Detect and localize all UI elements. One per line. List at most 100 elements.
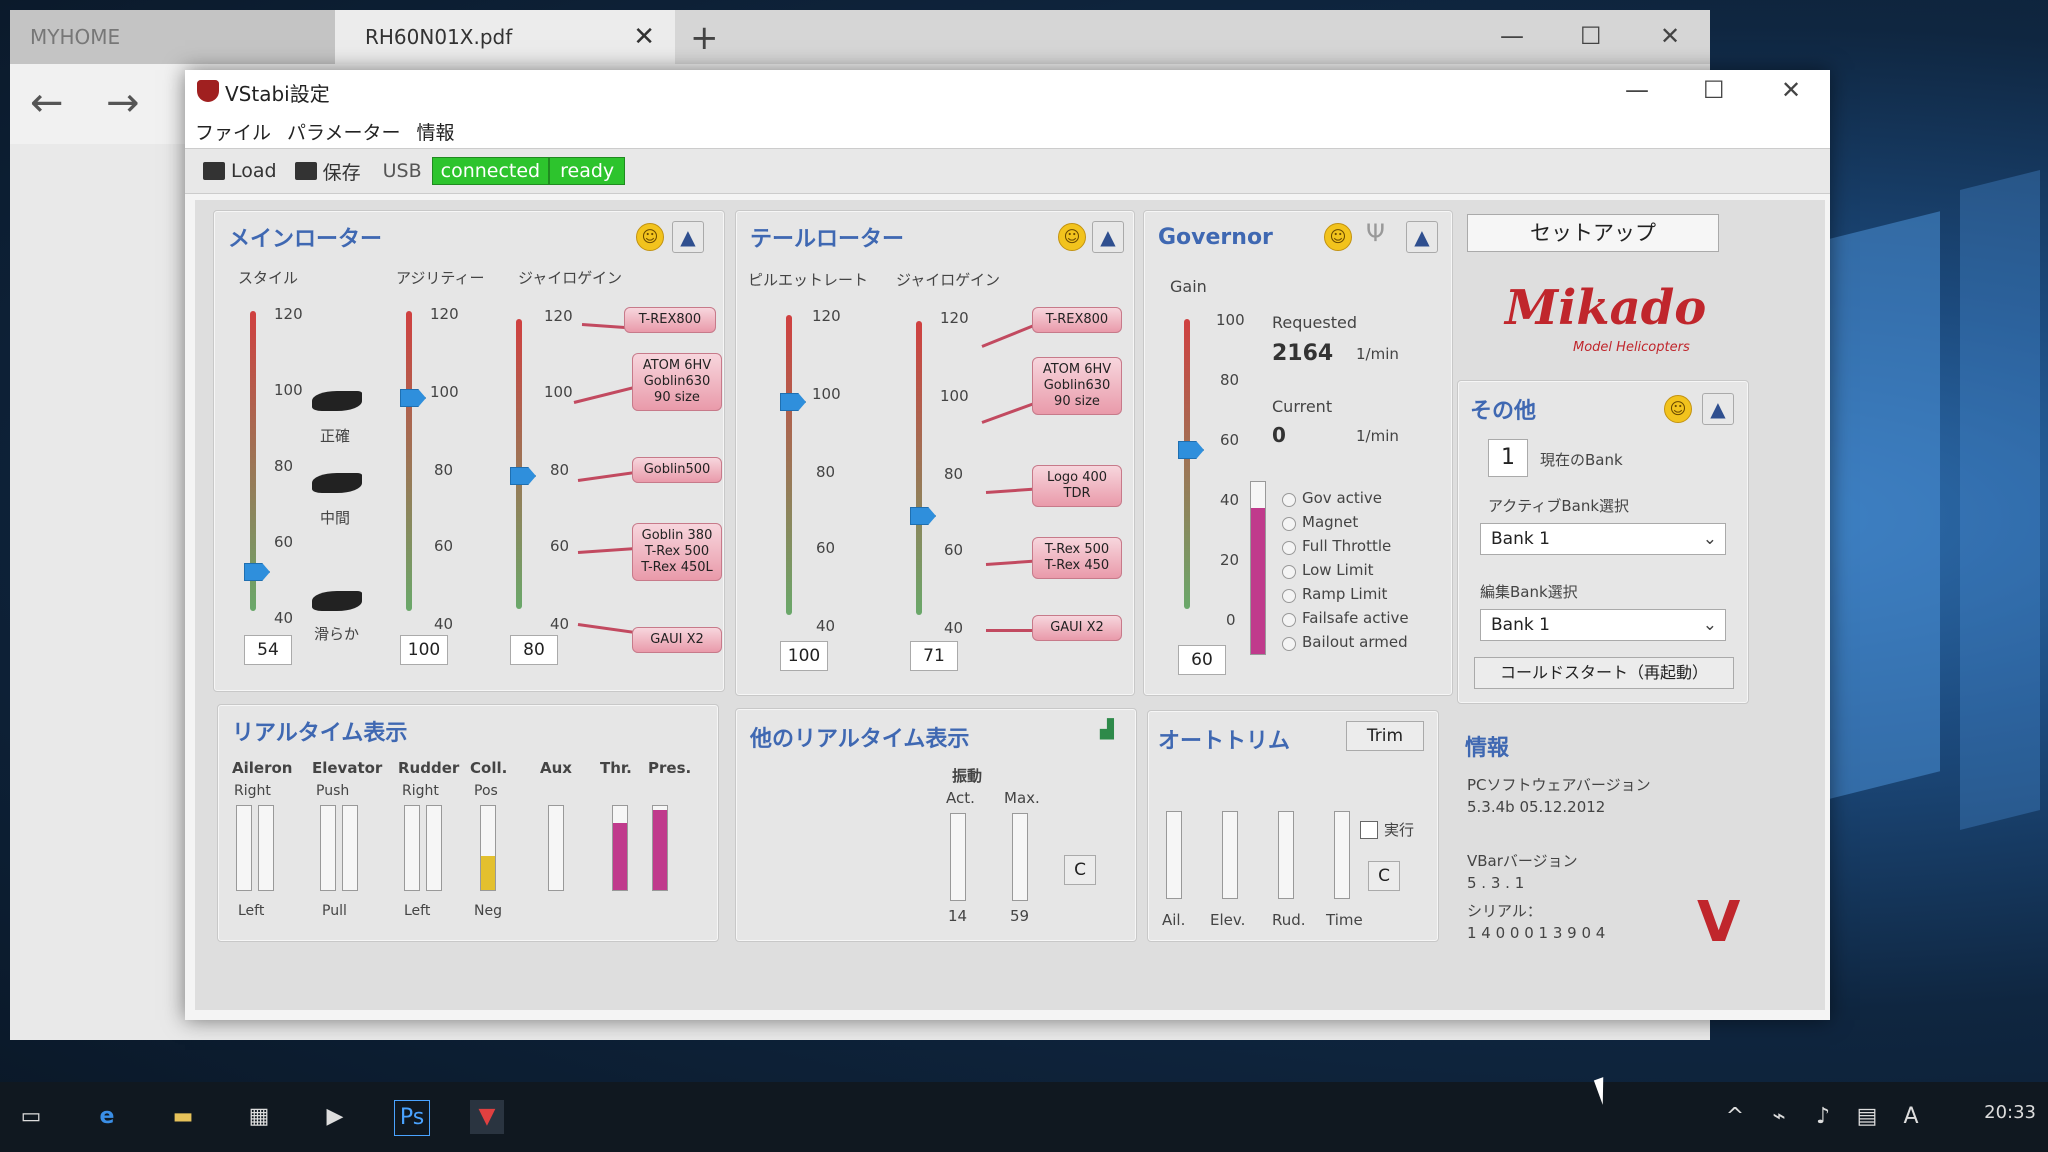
max-value: 59 [1010, 907, 1030, 925]
expert-cap-icon[interactable]: ▲ [1092, 221, 1124, 253]
edge-icon[interactable]: e [90, 1100, 124, 1134]
smiley-icon[interactable]: ☺ [1058, 223, 1086, 251]
minimize-button[interactable]: — [1500, 22, 1524, 50]
menu-info[interactable]: 情報 [416, 118, 454, 145]
agility-slider-track[interactable] [406, 311, 412, 611]
active-bank-select[interactable]: Bank 1 ⌄ [1480, 523, 1726, 555]
media-icon[interactable]: ▶ [318, 1100, 352, 1134]
network-icon[interactable]: ⌁ [1762, 1100, 1796, 1134]
col-coll: Coll. [470, 759, 508, 777]
smiley-icon[interactable]: ☺ [1664, 395, 1692, 423]
preset-gaui[interactable]: GAUI X2 [632, 627, 722, 653]
store-icon[interactable]: ▦ [242, 1100, 276, 1134]
preset-trex800[interactable]: T-REX800 [624, 307, 716, 333]
forward-button[interactable]: → [106, 80, 140, 126]
setup-button[interactable]: セットアップ [1467, 214, 1719, 252]
close-button[interactable]: ✕ [1781, 76, 1801, 104]
style-slider-thumb[interactable] [244, 563, 270, 581]
load-button[interactable]: Load [203, 160, 277, 182]
preset-goblin500[interactable]: Goblin500 [632, 457, 722, 483]
agility-slider-thumb[interactable] [400, 389, 426, 407]
preset-label: T-Rex 450L [641, 560, 713, 575]
pirouette-value[interactable]: 100 [780, 641, 828, 671]
edit-bank-select[interactable]: Bank 1 ⌄ [1480, 609, 1726, 641]
pirouette-slider-thumb[interactable] [780, 393, 806, 411]
tab-label: RH60N01X.pdf [365, 25, 513, 49]
pirouette-slider-track[interactable] [786, 315, 792, 615]
tick-label: 100 [544, 383, 573, 401]
preset-goblin380[interactable]: Goblin 380 T-Rex 500 T-Rex 450L [632, 523, 722, 581]
tail-gyro-slider-track[interactable] [916, 321, 922, 615]
ime-icon[interactable]: A [1894, 1100, 1928, 1134]
folder-icon[interactable]: ▬ [166, 1100, 200, 1134]
expert-cap-icon[interactable]: ▲ [672, 221, 704, 253]
vstabi-taskbar-icon[interactable]: ▼ [470, 1100, 504, 1134]
tick-label: 40 [1220, 491, 1240, 509]
preset-atom[interactable]: ATOM 6HV Goblin630 90 size [632, 353, 722, 411]
smiley-icon[interactable]: ☺ [636, 223, 664, 251]
volume-icon[interactable]: ♪ [1806, 1100, 1840, 1134]
notification-icon[interactable]: ▤ [1850, 1100, 1884, 1134]
col-style: スタイル [238, 269, 299, 287]
trim-button[interactable]: Trim [1346, 721, 1424, 751]
gov-gain-slider-track[interactable] [1184, 319, 1190, 609]
preset-gaui[interactable]: GAUI X2 [1032, 615, 1122, 641]
usb-label: USB [382, 160, 422, 182]
other-realtime-panel: 他のリアルタイム表示 ▟ 振動 Act. Max. 14 59 C [735, 708, 1137, 942]
preset-pointer [577, 623, 638, 635]
save-button[interactable]: 保存 [294, 158, 361, 185]
preset-trex800[interactable]: T-REX800 [1032, 307, 1122, 333]
style-precise: 正確 [320, 427, 351, 445]
back-button[interactable]: ← [30, 80, 64, 126]
act-label: Act. [946, 789, 975, 807]
trident-icon[interactable]: Ψ [1366, 219, 1385, 247]
minimize-button[interactable]: — [1625, 76, 1649, 104]
preset-label: ATOM 6HV [1042, 362, 1112, 377]
gov-gain-slider-thumb[interactable] [1178, 441, 1204, 459]
chevron-up-icon[interactable]: ^ [1718, 1100, 1752, 1134]
flag-bailout: Bailout armed [1302, 633, 1408, 651]
preset-trex500[interactable]: T-Rex 500 T-Rex 450 [1032, 537, 1122, 579]
agility-value[interactable]: 100 [400, 635, 448, 665]
new-tab-button[interactable]: + [690, 18, 719, 58]
gyro-slider-track[interactable] [516, 319, 522, 609]
gov-gain-value[interactable]: 60 [1178, 645, 1226, 675]
menu-bar: ファイル パラメーター 情報 [185, 114, 1830, 148]
tail-gyro-value[interactable]: 71 [910, 641, 958, 671]
tick-label: 60 [1220, 431, 1240, 449]
elevator-top: Push [316, 783, 350, 799]
governor-panel: Governor ☺ Ψ ▲ Gain 100 80 60 40 20 0 60… [1143, 210, 1453, 696]
trim-time-label: Time [1326, 911, 1363, 929]
trim-clear-button[interactable]: C [1368, 861, 1400, 891]
menu-file[interactable]: ファイル [195, 118, 271, 145]
photoshop-icon[interactable]: Ps [394, 1100, 430, 1136]
task-view-icon[interactable]: ▭ [14, 1100, 48, 1134]
gyro-value[interactable]: 80 [510, 635, 558, 665]
max-label: Max. [1004, 789, 1040, 807]
coldstart-button[interactable]: コールドスタート（再起動） [1474, 657, 1734, 689]
style-value[interactable]: 54 [244, 635, 292, 665]
preset-label: ATOM 6HV [642, 358, 712, 373]
tick-label: 80 [816, 463, 836, 481]
close-window-button[interactable]: ✕ [1660, 22, 1680, 50]
gyro-slider-thumb[interactable] [510, 467, 536, 485]
preset-label: Goblin630 [643, 374, 711, 389]
tab-myhome[interactable]: MYHOME [10, 10, 335, 64]
tail-gyro-slider-thumb[interactable] [910, 507, 936, 525]
expert-cap-icon[interactable]: ▲ [1702, 393, 1734, 425]
maximize-button[interactable]: ☐ [1703, 76, 1725, 104]
aileron-bar [258, 805, 274, 891]
vibration-clear-button[interactable]: C [1064, 855, 1096, 885]
preset-logo400[interactable]: Logo 400 TDR [1032, 465, 1122, 507]
close-tab-icon[interactable]: ✕ [633, 22, 655, 52]
chart-icon[interactable]: ▟ [1100, 719, 1114, 740]
exec-checkbox[interactable] [1360, 821, 1378, 839]
tick-label: 100 [1216, 311, 1245, 329]
tab-pdf[interactable]: RH60N01X.pdf ✕ [335, 10, 675, 64]
maximize-button[interactable]: ☐ [1580, 22, 1602, 50]
preset-atom[interactable]: ATOM 6HV Goblin630 90 size [1032, 357, 1122, 415]
expert-cap-icon[interactable]: ▲ [1406, 221, 1438, 253]
smiley-icon[interactable]: ☺ [1324, 223, 1352, 251]
menu-parameter[interactable]: パラメーター [287, 118, 400, 145]
tick-label: 40 [944, 619, 964, 637]
